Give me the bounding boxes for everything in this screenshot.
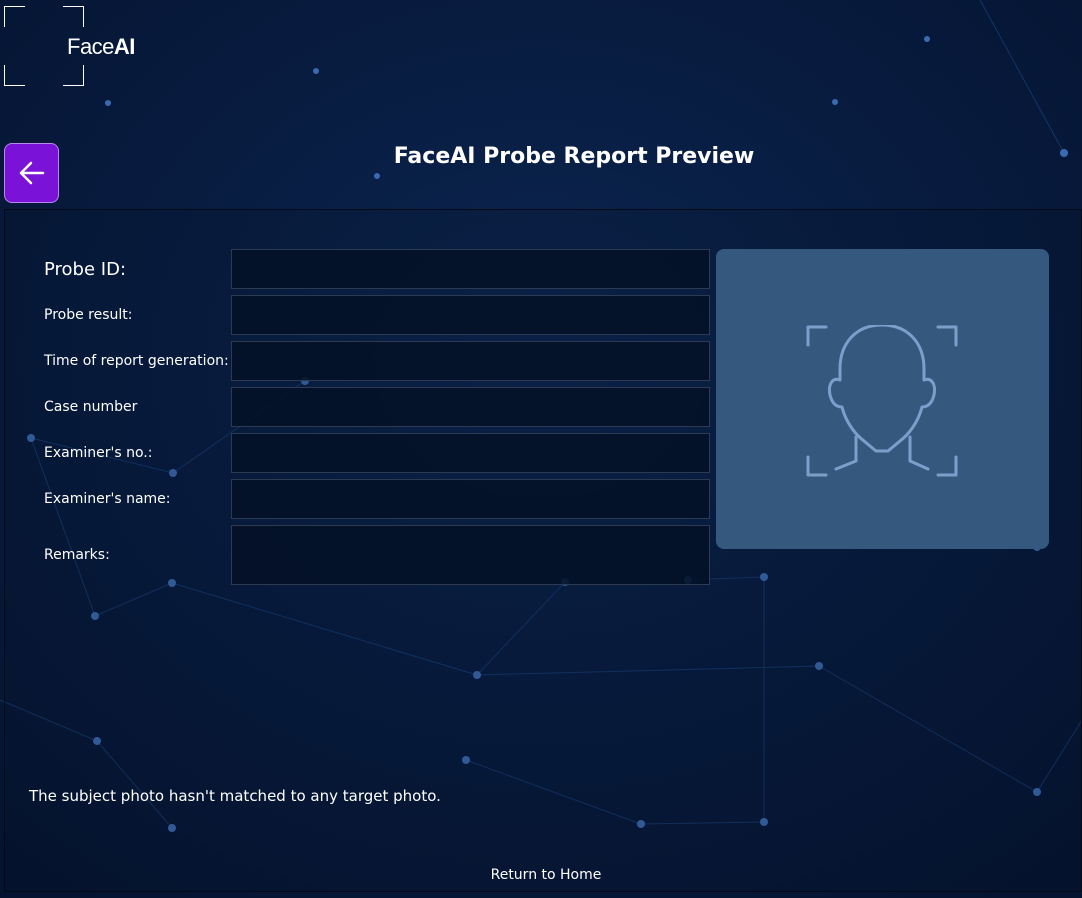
examiner-no-label: Examiner's no.: bbox=[44, 445, 153, 461]
remarks-field[interactable] bbox=[231, 525, 710, 585]
probe-result-field[interactable] bbox=[231, 295, 710, 335]
page-title: FaceAI Probe Report Preview bbox=[393, 144, 755, 169]
probe-photo-placeholder bbox=[716, 249, 1049, 549]
remarks-label: Remarks: bbox=[44, 547, 110, 563]
probe-id-label: Probe ID: bbox=[44, 259, 127, 280]
probe-id-field[interactable] bbox=[231, 249, 710, 289]
logo-text-bold: AI bbox=[113, 34, 136, 59]
face-scan-icon bbox=[806, 325, 958, 477]
return-to-home-link[interactable]: Return to Home bbox=[0, 867, 1082, 883]
logo-corner-top-right bbox=[63, 6, 84, 27]
logo-text: FaceAI bbox=[67, 34, 135, 60]
logo-corner-top-left bbox=[4, 6, 25, 27]
case-number-label: Case number bbox=[44, 399, 138, 415]
match-status-message: The subject photo hasn't matched to any … bbox=[29, 787, 441, 805]
examiner-name-field[interactable] bbox=[231, 479, 710, 519]
examiner-name-label: Examiner's name: bbox=[44, 491, 171, 507]
time-of-report-field[interactable] bbox=[231, 341, 710, 381]
examiner-no-field[interactable] bbox=[231, 433, 710, 473]
time-of-report-label: Time of report generation: bbox=[44, 353, 229, 369]
logo-corner-bottom-right bbox=[63, 65, 84, 86]
probe-result-label: Probe result: bbox=[44, 307, 133, 323]
logo-text-light: Face bbox=[67, 34, 114, 59]
case-number-field[interactable] bbox=[231, 387, 710, 427]
logo-corner-bottom-left bbox=[4, 65, 25, 86]
